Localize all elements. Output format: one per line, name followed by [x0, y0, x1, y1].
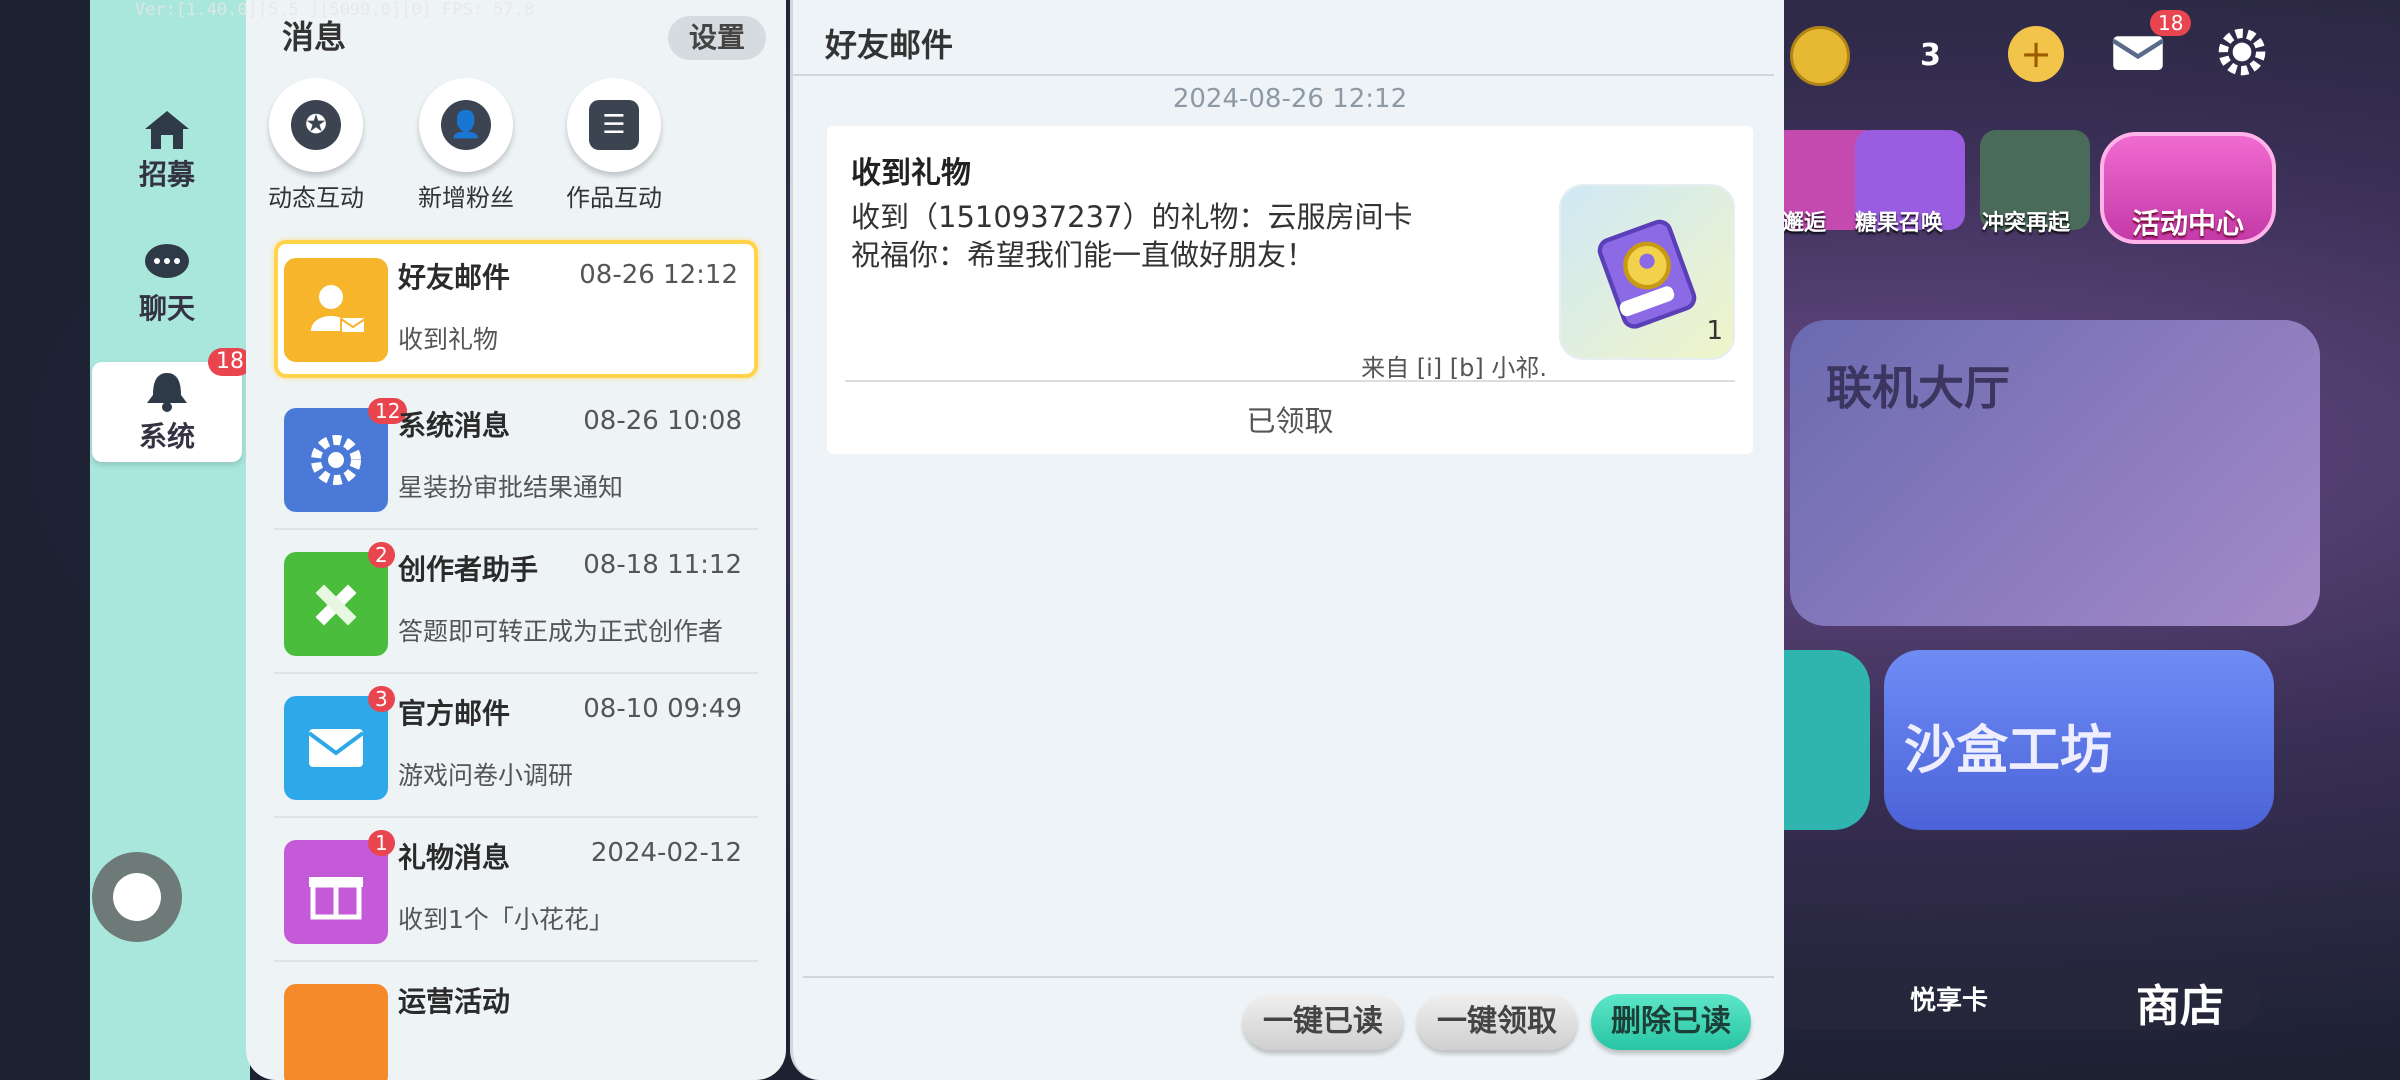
sandbox-label: 沙盒工坊: [1904, 721, 2113, 781]
mail-card-title: 收到礼物: [851, 156, 971, 191]
chat-bubble-icon: [145, 244, 189, 278]
mail-badge: 18: [2150, 10, 2192, 36]
settings-gear-icon[interactable]: [2214, 24, 2270, 80]
mail-date: 2024-08-26 12:12: [1172, 84, 1408, 114]
message-time: 2024-02-12: [590, 838, 742, 868]
message-time: 08-26 12:12: [579, 260, 738, 290]
new-fan-icon: 👤: [441, 100, 491, 150]
nav-system[interactable]: 系统: [92, 362, 242, 462]
activity-center-label: 活动中心: [2132, 207, 2245, 240]
message-preview: 游戏问卷小调研: [398, 761, 574, 790]
gear-icon: [284, 408, 388, 512]
debug-version-text: Ver:[1.40.0][5.5 ][5099.0][0] FPS: 57.8: [135, 0, 535, 20]
message-name: 系统消息: [398, 409, 511, 442]
settings-button[interactable]: 设置: [668, 16, 766, 60]
room-card-gift-icon[interactable]: 1: [1559, 184, 1735, 360]
mail-detail-panel: 好友邮件 2024-08-26 12:12 收到礼物 收到（1510937237…: [790, 0, 1784, 1080]
ruler-pencil-icon: [284, 552, 388, 656]
floating-assist-ball[interactable]: [92, 852, 182, 942]
coin-icon: [1790, 26, 1850, 86]
mail-sender: 来自 [i] [b] 小祁.: [1361, 354, 1547, 382]
claim-status-button[interactable]: 已领取: [827, 398, 1753, 440]
activity-candy-label: 糖果召唤: [1855, 211, 1944, 236]
list-icon: ☰: [589, 100, 639, 150]
mail-card-body: 收到（1510937237）的礼物：云服房间卡 祝福你：希望我们能一直做好朋友！: [851, 198, 1413, 274]
message-item-creator-assistant[interactable]: 2 创作者助手 08-18 11:12 答题即可转正成为正式创作者: [274, 534, 758, 674]
delete-read-button[interactable]: 删除已读: [1591, 994, 1751, 1050]
message-item-gift[interactable]: 1 礼物消息 2024-02-12 收到1个「小花花」: [274, 822, 758, 962]
message-item-operations[interactable]: 运营活动: [274, 966, 758, 1080]
bell-icon: [147, 373, 187, 412]
message-name: 运营活动: [398, 985, 511, 1018]
quick-new-fans[interactable]: 👤 新增粉丝: [396, 78, 536, 213]
message-name: 礼物消息: [398, 841, 511, 874]
message-preview: 答题即可转正成为正式创作者: [398, 617, 724, 646]
message-name: 好友邮件: [398, 261, 511, 294]
unread-badge: 1: [368, 830, 395, 856]
gift-icon: [284, 840, 388, 944]
megaphone-icon: [284, 984, 388, 1080]
friend-mail-icon: [284, 258, 388, 362]
message-time: 08-26 10:08: [583, 406, 742, 436]
message-name: 创作者助手: [398, 553, 539, 586]
yuexiang-card-label[interactable]: 悦享卡: [1910, 980, 1988, 1017]
add-coin-icon[interactable]: +: [2008, 26, 2064, 82]
gift-count: 1: [1706, 316, 1723, 346]
shop-label[interactable]: 商店: [2136, 970, 2224, 1034]
mail-card: 收到礼物 收到（1510937237）的礼物：云服房间卡 祝福你：希望我们能一直…: [827, 126, 1753, 454]
quick-dynamic-interaction[interactable]: ✪ 动态互动: [246, 78, 386, 213]
envelope-icon: [284, 696, 388, 800]
message-preview: 收到礼物: [398, 325, 499, 354]
nav-chat[interactable]: 聊天: [92, 234, 242, 334]
detail-title: 好友邮件: [825, 26, 954, 64]
activity-encounter-label: 邂逅: [1782, 211, 1827, 236]
coin-count: 3: [1920, 38, 1941, 73]
message-item-friend-mail[interactable]: 好友邮件 08-26 12:12 收到礼物: [274, 240, 758, 378]
star-bubble-icon: ✪: [291, 100, 341, 150]
message-item-system[interactable]: 12 系统消息 08-26 10:08 星装扮审批结果通知: [274, 390, 758, 530]
quick-work-interaction[interactable]: ☰ 作品互动: [544, 78, 684, 213]
activity-conflict-label: 冲突再起: [1982, 211, 2071, 236]
unread-badge: 3: [368, 686, 395, 712]
house-icon: [145, 111, 189, 149]
mail-line-2: 祝福你：希望我们能一直做好朋友！: [851, 238, 1316, 272]
mail-line-1: 收到（1510937237）的礼物：云服房间卡: [851, 200, 1413, 234]
unread-badge: 2: [368, 542, 395, 568]
message-preview: 收到1个「小花花」: [398, 905, 614, 934]
message-time: 08-10 09:49: [583, 694, 742, 724]
message-preview: 星装扮审批结果通知: [398, 473, 624, 502]
nav-recruit[interactable]: 招募: [92, 100, 242, 200]
message-list-panel: 消息 设置 ✪ 动态互动 👤 新增粉丝 ☰ 作品互动 好友邮件 08-26 12…: [246, 0, 786, 1080]
lianji-label: 联机大厅: [1826, 361, 2010, 415]
message-name: 官方邮件: [398, 697, 511, 730]
claim-all-button[interactable]: 一键领取: [1417, 994, 1577, 1050]
message-item-official-mail[interactable]: 3 官方邮件 08-10 09:49 游戏问卷小调研: [274, 678, 758, 818]
read-all-button[interactable]: 一键已读: [1243, 994, 1403, 1050]
message-time: 08-18 11:12: [583, 550, 742, 580]
